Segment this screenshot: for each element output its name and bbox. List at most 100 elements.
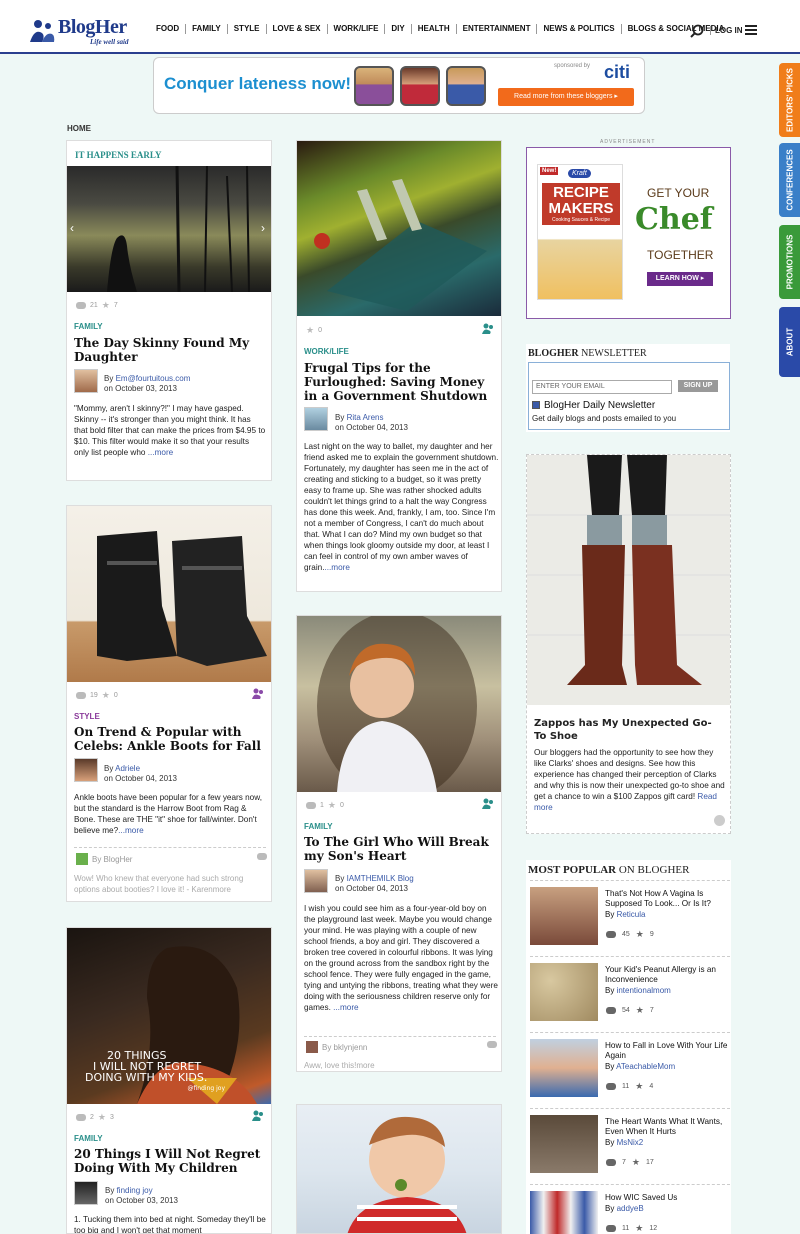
popular-item-author[interactable]: addyeB (617, 1204, 644, 1213)
author-link[interactable]: IAMTHEMILK Blog (347, 874, 414, 883)
promo-title[interactable]: Zappos has My Unexpected Go-To Shoe (534, 717, 714, 743)
nav-love-sex[interactable]: LOVE & SEX (267, 24, 328, 34)
nav-health[interactable]: HEALTH (412, 24, 457, 34)
author-avatar[interactable] (74, 1181, 98, 1205)
article-image (297, 1105, 501, 1233)
blogger-photo-2 (400, 66, 440, 106)
popular-item[interactable]: How to Fall in Love With Your Life Again… (530, 1032, 730, 1104)
article-card-frugal[interactable]: ★ 0 WORK/LIFE Frugal Tips for the Furlou… (296, 140, 502, 592)
tab-editors-picks[interactable]: EDITORS' PICKS (779, 63, 800, 137)
article-title[interactable]: Frugal Tips for the Furloughed: Saving M… (304, 361, 498, 403)
article-card-20-things[interactable]: 20 THINGS I WILL NOT REGRET DOING WITH M… (66, 927, 272, 1234)
more-link[interactable]: ...more (331, 1003, 359, 1012)
nav-style[interactable]: STYLE (228, 24, 267, 34)
tab-about[interactable]: ABOUT (779, 307, 800, 377)
promo-text: Our bloggers had the opportunity to see … (534, 748, 725, 812)
star-icon: ★ (101, 690, 110, 700)
image-overlay-text: 20 THINGS I WILL NOT REGRET DOING WITH M… (85, 1049, 225, 1092)
zappos-promo[interactable]: Zappos has My Unexpected Go-To Shoe Our … (526, 454, 731, 834)
ad-headline-3: TOGETHER (647, 248, 714, 262)
popular-item-author[interactable]: intentionalmom (617, 986, 671, 995)
search-icon[interactable] (690, 24, 704, 38)
author-link[interactable]: Adriele (115, 764, 140, 773)
popular-item-author[interactable]: ATeachableMom (616, 1062, 675, 1071)
popular-item-author[interactable]: Reticula (617, 910, 646, 919)
article-title[interactable]: On Trend & Popular with Celebs: Ankle Bo… (74, 725, 264, 753)
comment-icon[interactable] (487, 1041, 497, 1048)
author-avatar[interactable] (74, 369, 98, 393)
article-title[interactable]: To The Girl Who Will Break my Son's Hear… (304, 835, 498, 863)
popular-item-title[interactable]: Your Kid's Peanut Allergy is an Inconven… (605, 965, 729, 985)
category-label[interactable]: FAMILY (74, 322, 103, 331)
citi-banner-ad[interactable]: Conquer lateness now! sponsored by citi … (153, 57, 645, 114)
daily-newsletter-checkbox[interactable] (532, 401, 540, 409)
author-link[interactable]: finding joy (117, 1186, 153, 1195)
author-avatar[interactable] (74, 758, 98, 782)
card-stats: 2 ★ 3 (76, 1112, 114, 1123)
kraft-recipe-makers-ad[interactable]: New! Kraft RECIPE MAKERS Cooking Sauces … (526, 147, 731, 319)
category-label[interactable]: WORK/LIFE (304, 347, 349, 356)
popular-item-stats: 54 ★ 7 (606, 1005, 654, 1016)
banner-read-more-button[interactable]: Read more from these bloggers ▸ (498, 88, 634, 106)
ad-headline-2: Chef (635, 202, 713, 237)
email-input[interactable]: ENTER YOUR EMAIL (532, 380, 672, 394)
nav-diy[interactable]: DIY (385, 24, 412, 34)
comment-icon (606, 931, 616, 938)
carousel-next-icon[interactable]: › (261, 221, 265, 235)
popular-item-author[interactable]: MsNix2 (617, 1138, 644, 1147)
tab-conferences[interactable]: CONFERENCES (779, 143, 800, 217)
login-link[interactable]: LOG IN (710, 26, 743, 35)
breadcrumb[interactable]: HOME (67, 124, 91, 133)
more-link[interactable]: ...more (118, 826, 143, 835)
popular-item-title[interactable]: That's Not How A Vagina Is Supposed To L… (605, 889, 729, 909)
product-name: RECIPE MAKERS Cooking Sauces & Recipe (542, 183, 620, 225)
author-link[interactable]: Em@fourtuitous.com (116, 374, 191, 383)
popular-item-title[interactable]: How to Fall in Love With Your Life Again (605, 1041, 729, 1061)
article-card-boy-eating[interactable] (296, 1104, 502, 1234)
share-icon[interactable] (251, 1109, 265, 1121)
comment-count: 19 (90, 692, 98, 699)
nav-family[interactable]: FAMILY (186, 24, 228, 34)
popular-item-title[interactable]: How WIC Saved Us (605, 1193, 729, 1203)
nav-food[interactable]: FOOD (150, 24, 187, 34)
popular-item[interactable]: How WIC Saved Us By addyeB 11 ★ 12 (530, 1184, 730, 1234)
more-link[interactable]: ...more (145, 448, 174, 457)
author-avatar[interactable] (304, 407, 328, 431)
nav-entertainment[interactable]: ENTERTAINMENT (457, 24, 538, 34)
popular-item[interactable]: The Heart Wants What It Wants, Even When… (530, 1108, 730, 1180)
article-card-girl-break-heart[interactable]: 1 ★ 0 FAMILY To The Girl Who Will Break … (296, 615, 502, 1072)
category-label[interactable]: STYLE (74, 712, 100, 721)
commenter-name[interactable]: By BlogHer (92, 855, 132, 864)
category-label[interactable]: FAMILY (304, 822, 333, 831)
popular-item[interactable]: That's Not How A Vagina Is Supposed To L… (530, 880, 730, 952)
star-icon: ★ (327, 800, 336, 810)
share-icon[interactable] (481, 797, 495, 809)
article-title[interactable]: The Day Skinny Found My Daughter (74, 336, 264, 364)
comment-icon[interactable] (257, 853, 267, 860)
blogher-logo[interactable]: BlogHer Life well said (28, 14, 148, 48)
tab-promotions[interactable]: PROMOTIONS (779, 225, 800, 299)
nav-news-politics[interactable]: NEWS & POLITICS (537, 24, 622, 34)
popular-item[interactable]: Your Kid's Peanut Allergy is an Inconven… (530, 956, 730, 1028)
popular-item-stats: 11 ★ 12 (606, 1223, 657, 1234)
carousel-prev-icon[interactable]: ‹ (70, 221, 74, 235)
popular-item-title[interactable]: The Heart Wants What It Wants, Even When… (605, 1117, 729, 1137)
share-icon[interactable] (481, 322, 495, 334)
more-link[interactable]: ...more (324, 563, 349, 572)
author-link[interactable]: Rita Arens (347, 413, 384, 422)
category-label[interactable]: FAMILY (74, 1134, 103, 1143)
nav-work-life[interactable]: WORK/LIFE (328, 24, 386, 34)
card-section-header: IT HAPPENS EARLY (75, 150, 162, 160)
star-icon: ★ (635, 1005, 644, 1015)
commenter-name[interactable]: By bklynjenn (322, 1043, 367, 1052)
article-title[interactable]: 20 Things I Will Not Regret Doing With M… (74, 1147, 264, 1175)
menu-icon[interactable] (745, 25, 757, 36)
author-avatar[interactable] (304, 869, 328, 893)
popular-item-stats: 7 ★ 17 (606, 1157, 654, 1168)
comment-icon (76, 692, 86, 699)
sign-up-button[interactable]: SIGN UP (678, 380, 718, 392)
article-card-ankle-boots[interactable]: 19 ★ 0 STYLE On Trend & Popular with Cel… (66, 505, 272, 902)
article-card-skinny[interactable]: IT HAPPENS EARLY ‹ › 21 ★ 7 FAMILY The D… (66, 140, 272, 481)
share-icon[interactable] (251, 687, 265, 699)
learn-how-button[interactable]: LEARN HOW ▸ (647, 272, 713, 286)
